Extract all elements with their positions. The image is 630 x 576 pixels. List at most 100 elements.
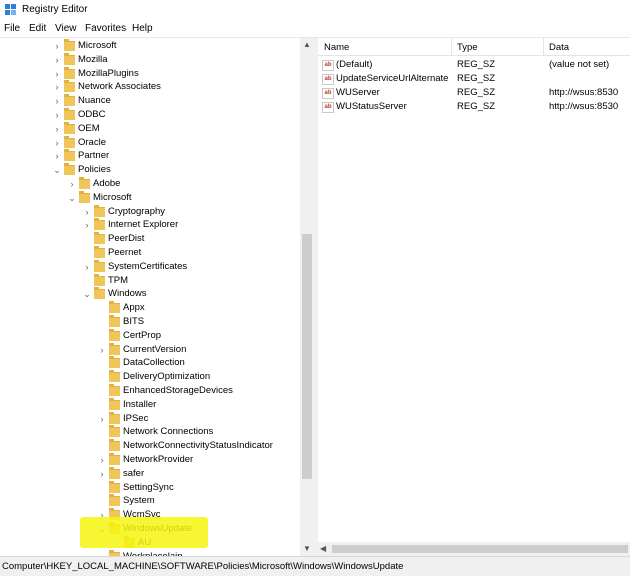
value-data: (value not set) [549, 59, 610, 70]
list-horizontal-scrollbar[interactable]: ◀ [318, 542, 630, 556]
folder-icon [109, 494, 120, 507]
folder-icon [109, 466, 120, 479]
status-bar: Computer\HKEY_LOCAL_MACHINE\SOFTWARE\Pol… [0, 556, 630, 576]
column-separator[interactable] [451, 38, 452, 55]
tree-node-label: DataCollection [123, 357, 185, 369]
folder-icon [109, 370, 120, 383]
value-row[interactable]: ab (Default) REG_SZ (value not set) [318, 58, 630, 72]
column-data[interactable]: Data [549, 42, 569, 53]
folder-icon [109, 301, 120, 314]
window-title: Registry Editor [22, 4, 88, 15]
no-expander [97, 439, 107, 453]
tree-vertical-scrollbar[interactable]: ▲ ▼ [300, 38, 314, 556]
tree-node-label: MozillaPlugins [78, 67, 139, 79]
chevron-right-icon[interactable]: › [52, 53, 62, 67]
chevron-right-icon[interactable]: › [52, 39, 62, 53]
value-row[interactable]: ab WUServer REG_SZ http://wsus:8530 [318, 86, 630, 100]
no-expander [82, 232, 92, 246]
value-row[interactable]: ab UpdateServiceUrlAlternate REG_SZ [318, 72, 630, 86]
folder-icon [109, 453, 120, 465]
selection-highlight-marker [80, 517, 208, 548]
folder-icon [94, 218, 105, 231]
chevron-right-icon[interactable]: › [97, 343, 107, 357]
registry-editor-icon [5, 4, 16, 15]
scroll-thumb[interactable] [332, 545, 628, 553]
no-expander [97, 370, 107, 384]
folder-icon [64, 163, 75, 176]
menu-edit[interactable]: Edit [29, 23, 46, 34]
value-row[interactable]: ab WUStatusServer REG_SZ http://wsus:8530 [318, 100, 630, 114]
chevron-right-icon[interactable]: › [52, 108, 62, 122]
no-expander [82, 274, 92, 288]
tree-node-label: SettingSync [123, 481, 174, 493]
menu-favorites[interactable]: Favorites [85, 23, 126, 34]
folder-icon [109, 356, 120, 369]
menu-view[interactable]: View [55, 23, 77, 34]
value-type: REG_SZ [457, 101, 496, 112]
chevron-right-icon[interactable]: › [97, 453, 107, 467]
folder-icon [109, 480, 120, 493]
chevron-right-icon[interactable]: › [67, 177, 77, 191]
tree-node-label: Microsoft [78, 40, 117, 51]
tree-node-label: SystemCertificates [108, 260, 188, 272]
scroll-up-icon[interactable]: ▲ [300, 38, 314, 52]
menu-file[interactable]: File [4, 23, 20, 34]
chevron-right-icon[interactable]: › [52, 94, 62, 108]
folder-icon [79, 177, 90, 189]
value-data: http://wsus:8530 [549, 87, 619, 98]
tree-node-label: ODBC [78, 109, 106, 120]
tree-node-label: Cryptography [108, 205, 166, 217]
tree-node-label: Oracle [78, 136, 106, 148]
chevron-right-icon[interactable]: › [82, 218, 92, 232]
folder-icon [109, 397, 120, 410]
tree-node-label: CurrentVersion [123, 343, 187, 355]
title-bar: Registry Editor [0, 0, 630, 20]
no-expander [97, 398, 107, 412]
tree-node-label: NetworkProvider [123, 454, 194, 465]
values-header: Name Type Data [318, 38, 630, 56]
scroll-down-icon[interactable]: ▼ [300, 542, 314, 556]
scroll-thumb[interactable] [302, 234, 312, 479]
registry-tree[interactable]: › Microsoft › Mozilla › MozillaPlugins › Networ… [0, 38, 300, 556]
value-name: WUServer [336, 87, 380, 98]
chevron-right-icon[interactable]: › [52, 149, 62, 163]
folder-icon [64, 94, 75, 107]
no-expander [97, 425, 107, 439]
status-path: Computer\HKEY_LOCAL_MACHINE\SOFTWARE\Pol… [2, 561, 404, 572]
no-expander [82, 246, 92, 260]
no-expander [97, 329, 107, 343]
chevron-right-icon[interactable]: › [82, 260, 92, 274]
tree-node-label: CertProp [123, 329, 162, 341]
chevron-right-icon[interactable]: › [52, 67, 62, 81]
folder-icon [109, 384, 120, 396]
chevron-down-icon[interactable]: ⌄ [52, 163, 62, 177]
no-expander [97, 356, 107, 370]
column-separator[interactable] [543, 38, 544, 55]
column-type[interactable]: Type [457, 42, 478, 53]
no-expander [97, 301, 107, 315]
column-name[interactable]: Name [324, 42, 349, 53]
tree-node-label: Network Associates [78, 81, 161, 93]
value-name: WUStatusServer [336, 101, 407, 112]
tree-node-label: Policies [78, 164, 111, 176]
chevron-right-icon[interactable]: › [52, 136, 62, 150]
folder-icon [94, 273, 105, 286]
scroll-left-icon[interactable]: ◀ [320, 542, 326, 556]
chevron-right-icon[interactable]: › [52, 122, 62, 136]
tree-node-label: Network Connections [123, 426, 214, 438]
value-type: REG_SZ [457, 59, 496, 70]
tree-node-label: IPSec [123, 412, 149, 424]
chevron-down-icon[interactable]: ⌄ [67, 191, 77, 205]
chevron-right-icon[interactable]: › [52, 80, 62, 94]
chevron-right-icon[interactable]: › [82, 205, 92, 219]
menu-help[interactable]: Help [132, 23, 153, 34]
chevron-right-icon[interactable]: › [97, 412, 107, 426]
chevron-right-icon[interactable]: › [97, 467, 107, 481]
folder-icon [109, 342, 120, 355]
tree-node-label: Windows [108, 288, 147, 300]
no-expander [97, 481, 107, 495]
tree-node-label: Peernet [108, 247, 142, 258]
tree-node-label: Microsoft [93, 191, 132, 203]
chevron-down-icon[interactable]: ⌄ [82, 287, 92, 301]
string-value-icon: ab [322, 88, 334, 99]
